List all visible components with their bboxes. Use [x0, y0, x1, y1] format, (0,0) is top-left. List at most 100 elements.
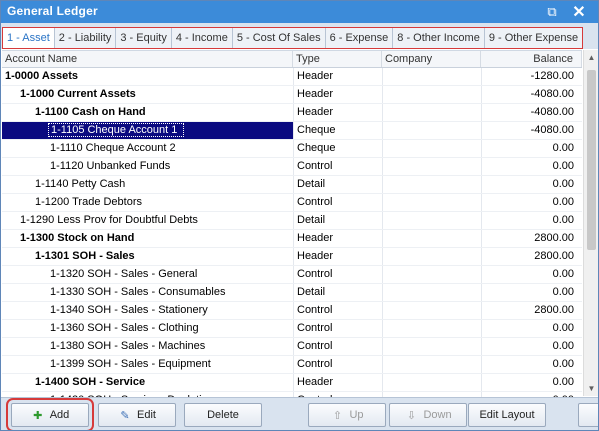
- arrow-up-icon: ⇧: [332, 409, 343, 422]
- account-name: 1-1330 SOH - Sales - Consumables: [50, 286, 226, 298]
- table-row[interactable]: 1-1400 SOH - Service Header 0.00: [2, 374, 582, 392]
- restore-window-icon[interactable]: ⧉: [542, 2, 562, 21]
- company-cell: [382, 230, 481, 247]
- table-row[interactable]: 1-1140 Petty Cash Detail 0.00: [2, 176, 582, 194]
- column-header-account-name[interactable]: Account Name: [2, 51, 293, 67]
- table-row[interactable]: 1-1120 Unbanked Funds Control 0.00: [2, 158, 582, 176]
- account-name: 1-1400 SOH - Service: [35, 376, 146, 388]
- table-row[interactable]: 1-1200 Trade Debtors Control 0.00: [2, 194, 582, 212]
- account-name: 1-1399 SOH - Sales - Equipment: [50, 358, 211, 370]
- account-type-tabs: 1 - Asset 2 - Liability 3 - Equity 4 - Inco…: [2, 27, 584, 49]
- account-name: 1-0000 Assets: [5, 70, 78, 82]
- tab-6-expense[interactable]: 6 - Expense: [326, 28, 394, 48]
- table-row[interactable]: 1-1380 SOH - Sales - Machines Control 0.00: [2, 338, 582, 356]
- account-type-cell: Control: [293, 158, 382, 175]
- table-row[interactable]: 1-1399 SOH - Sales - Equipment Control 0.0…: [2, 356, 582, 374]
- account-type-cell: Control: [293, 356, 382, 373]
- account-name: 1-1100 Cash on Hand: [35, 106, 146, 118]
- table-row[interactable]: 1-1360 SOH - Sales - Clothing Control 0.00: [2, 320, 582, 338]
- window-title: General Ledger: [7, 4, 98, 18]
- table-row[interactable]: 1-0000 Assets Header -1280.00: [2, 68, 582, 86]
- table-row[interactable]: 1-1110 Cheque Account 2 Cheque 0.00: [2, 140, 582, 158]
- scroll-down-icon[interactable]: ▼: [584, 381, 598, 396]
- account-type-cell: Header: [293, 248, 382, 265]
- balance-cell: 0.00: [481, 194, 582, 211]
- up-button[interactable]: ⇧ Up: [308, 403, 386, 427]
- table-row[interactable]: 1-1000 Current Assets Header -4080.00: [2, 86, 582, 104]
- balance-cell: 0.00: [481, 266, 582, 283]
- account-type-cell: Detail: [293, 212, 382, 229]
- account-type-cell: Cheque: [293, 122, 382, 139]
- balance-cell: 0.00: [481, 338, 582, 355]
- close-window-icon[interactable]: ✕: [569, 2, 589, 21]
- balance-cell: 0.00: [481, 374, 582, 391]
- delete-button-label: Delete: [207, 409, 239, 421]
- edit-layout-button[interactable]: Edit Layout: [468, 403, 546, 427]
- tab-4-income[interactable]: 4 - Income: [172, 28, 233, 48]
- grid-rows: 1-0000 Assets Header -1280.00 1-1000 Curren…: [2, 68, 582, 397]
- column-header-company[interactable]: Company: [382, 51, 481, 67]
- company-cell: [382, 248, 481, 265]
- balance-cell: 0.00: [481, 140, 582, 157]
- down-button[interactable]: ⇩ Down: [389, 403, 467, 427]
- company-cell: [382, 176, 481, 193]
- table-row[interactable]: 1-1340 SOH - Sales - Stationery Control 28…: [2, 302, 582, 320]
- column-header-type[interactable]: Type: [293, 51, 382, 67]
- account-name-cell: 1-1320 SOH - Sales - General: [2, 266, 293, 283]
- table-row[interactable]: 1-1105 Cheque Account 1 Cheque -4080.00: [2, 122, 582, 140]
- account-name-cell: 1-1380 SOH - Sales - Machines: [2, 338, 293, 355]
- edit-button[interactable]: ✎ Edit: [98, 403, 176, 427]
- tab-9-other-expense[interactable]: 9 - Other Expense: [485, 28, 582, 48]
- tab-1-asset[interactable]: 1 - Asset: [3, 28, 55, 48]
- company-cell: [382, 266, 481, 283]
- arrow-down-icon: ⇩: [406, 409, 417, 422]
- accounts-grid: Account Name Type Company Balance 1-0000…: [2, 50, 582, 397]
- account-type-cell: Header: [293, 230, 382, 247]
- account-name-cell: 1-1100 Cash on Hand: [2, 104, 293, 121]
- company-cell: [382, 320, 481, 337]
- account-name: 1-1301 SOH - Sales: [35, 250, 135, 262]
- account-type-cell: Header: [293, 374, 382, 391]
- company-cell: [382, 68, 481, 85]
- table-row[interactable]: 1-1320 SOH - Sales - General Control 0.00: [2, 266, 582, 284]
- table-row[interactable]: 1-1300 Stock on Hand Header 2800.00: [2, 230, 582, 248]
- account-type-cell: Control: [293, 338, 382, 355]
- account-name: 1-1290 Less Prov for Doubtful Debts: [20, 214, 198, 226]
- company-cell: [382, 302, 481, 319]
- tab-2-liability[interactable]: 2 - Liability: [55, 28, 117, 48]
- company-cell: [382, 212, 481, 229]
- account-name-cell: 1-1399 SOH - Sales - Equipment: [2, 356, 293, 373]
- account-name-cell: 1-1340 SOH - Sales - Stationery: [2, 302, 293, 319]
- grid-header: Account Name Type Company Balance: [2, 51, 582, 68]
- scroll-up-icon[interactable]: ▲: [584, 50, 598, 65]
- company-cell: [382, 158, 481, 175]
- vertical-scrollbar[interactable]: ▲ ▼: [583, 50, 598, 396]
- account-name: 1-1340 SOH - Sales - Stationery: [50, 304, 208, 316]
- table-row[interactable]: 1-1290 Less Prov for Doubtful Debts Detai…: [2, 212, 582, 230]
- scrollbar-thumb[interactable]: [587, 70, 596, 250]
- tab-8-other-income[interactable]: 8 - Other Income: [393, 28, 485, 48]
- balance-cell: 0.00: [481, 176, 582, 193]
- balance-cell: 0.00: [481, 212, 582, 229]
- account-type-cell: Detail: [293, 284, 382, 301]
- account-name-cell: 1-0000 Assets: [2, 68, 293, 85]
- balance-cell: 2800.00: [481, 302, 582, 319]
- column-header-balance[interactable]: Balance: [481, 51, 582, 67]
- account-name-cell: 1-1200 Trade Debtors: [2, 194, 293, 211]
- table-row[interactable]: 1-1100 Cash on Hand Header -4080.00: [2, 104, 582, 122]
- account-type-cell: Control: [293, 266, 382, 283]
- account-name-cell: 1-1120 Unbanked Funds: [2, 158, 293, 175]
- table-row[interactable]: 1-1330 SOH - Sales - Consumables Detail 0.…: [2, 284, 582, 302]
- tab-5-cost-of-sales[interactable]: 5 - Cost Of Sales: [233, 28, 326, 48]
- account-name-cell: 1-1110 Cheque Account 2: [2, 140, 293, 157]
- up-button-label: Up: [349, 409, 364, 421]
- account-name: 1-1140 Petty Cash: [35, 178, 126, 190]
- table-row[interactable]: 1-1301 SOH - Sales Header 2800.00: [2, 248, 582, 266]
- add-button[interactable]: ✚ Add: [6, 398, 94, 430]
- balance-cell: 0.00: [481, 284, 582, 301]
- account-name: 1-1110 Cheque Account 2: [50, 142, 176, 154]
- overflow-button[interactable]: [578, 403, 598, 427]
- delete-button[interactable]: Delete: [184, 403, 262, 427]
- tab-3-equity[interactable]: 3 - Equity: [116, 28, 172, 48]
- account-type-cell: Header: [293, 86, 382, 103]
